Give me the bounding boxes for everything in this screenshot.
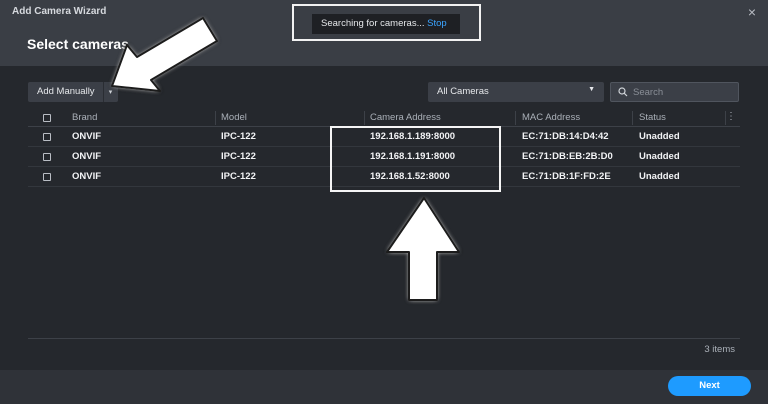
column-divider[interactable] xyxy=(632,111,633,125)
cell-status: Unadded xyxy=(639,171,680,182)
cell-mac-address: EC:71:DB:1F:FD:2E xyxy=(522,171,611,182)
add-manually-button[interactable]: Add Manually ▾ xyxy=(28,82,118,102)
table-header: Brand Model Camera Address MAC Address S… xyxy=(28,109,740,127)
dropdown-arrow-icon[interactable]: ▼ xyxy=(588,86,595,93)
chevron-down-icon[interactable]: ▾ xyxy=(104,88,118,96)
column-divider[interactable] xyxy=(364,111,365,125)
camera-filter-select[interactable]: All Cameras ▼ xyxy=(428,82,604,102)
column-header-brand[interactable]: Brand xyxy=(72,112,97,123)
cell-model: IPC-122 xyxy=(221,171,256,182)
cell-status: Unadded xyxy=(639,151,680,162)
items-count: 3 items xyxy=(704,344,735,355)
page-title: Select cameras xyxy=(27,36,129,52)
cell-brand: ONVIF xyxy=(72,171,102,182)
select-all-checkbox[interactable] xyxy=(43,114,51,122)
column-header-status[interactable]: Status xyxy=(639,112,666,123)
column-header-mac-address[interactable]: MAC Address xyxy=(522,112,580,123)
window-title: Add Camera Wizard xyxy=(12,6,107,17)
add-manually-label[interactable]: Add Manually xyxy=(28,82,104,102)
column-header-model[interactable]: Model xyxy=(221,112,247,123)
cell-model: IPC-122 xyxy=(221,131,256,142)
cell-status: Unadded xyxy=(639,131,680,142)
table-footer-divider xyxy=(28,338,740,339)
search-status-highlight: Searching for cameras... Stop xyxy=(292,4,481,41)
cell-brand: ONVIF xyxy=(72,131,102,142)
search-status-text: Searching for cameras... xyxy=(321,18,425,29)
camera-address-highlight xyxy=(330,126,501,192)
stop-search-link[interactable]: Stop xyxy=(427,18,447,29)
search-icon xyxy=(618,87,628,97)
cell-mac-address: EC:71:DB:EB:2B:D0 xyxy=(522,151,613,162)
add-camera-wizard-window: Add Camera Wizard × Select cameras Searc… xyxy=(0,0,768,404)
search-field[interactable] xyxy=(610,82,739,102)
next-button[interactable]: Next xyxy=(668,376,751,396)
column-header-camera-address[interactable]: Camera Address xyxy=(370,112,441,123)
search-input[interactable] xyxy=(633,85,733,99)
row-checkbox[interactable] xyxy=(43,173,51,181)
column-menu-icon[interactable]: ⋮ xyxy=(726,111,736,122)
search-status-toast: Searching for cameras... Stop xyxy=(312,14,460,34)
wizard-header: Add Camera Wizard × Select cameras Searc… xyxy=(0,0,768,66)
camera-filter-value[interactable]: All Cameras xyxy=(437,86,489,97)
close-icon[interactable]: × xyxy=(748,5,756,19)
row-checkbox[interactable] xyxy=(43,133,51,141)
cell-brand: ONVIF xyxy=(72,151,102,162)
column-divider[interactable] xyxy=(515,111,516,125)
column-divider[interactable] xyxy=(215,111,216,125)
cell-mac-address: EC:71:DB:14:D4:42 xyxy=(522,131,609,142)
cell-model: IPC-122 xyxy=(221,151,256,162)
row-checkbox[interactable] xyxy=(43,153,51,161)
wizard-footer xyxy=(0,370,768,404)
